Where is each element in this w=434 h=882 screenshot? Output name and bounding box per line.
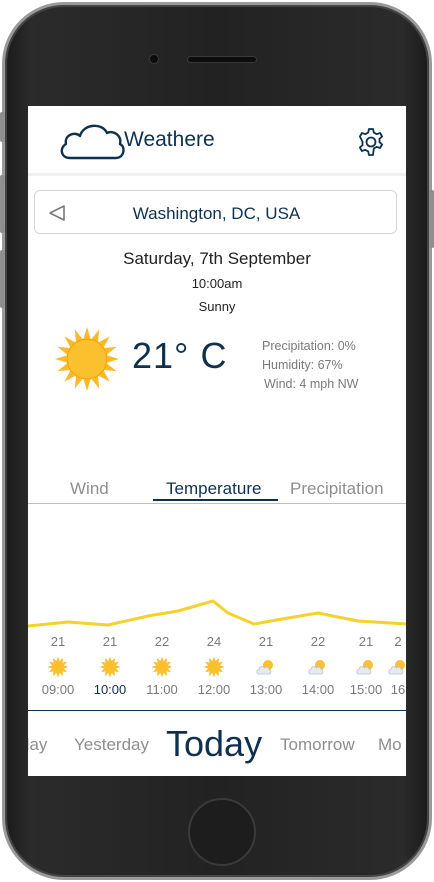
hour-time: 12:00 <box>197 682 231 697</box>
power-button <box>429 190 434 248</box>
hour-temperature: 22 <box>154 634 170 649</box>
current-temperature: 21° C <box>132 335 228 376</box>
temperature-line <box>28 599 406 628</box>
weather-details: Precipitation: 0% Humidity: 67% Wind: 4 … <box>262 337 358 394</box>
hourly-forecast: 21 09:00 21 10:00 22 11:00 24 12:00 21 13:00 22 14:… <box>28 634 406 706</box>
hour-time: 11:00 <box>146 682 178 697</box>
sun-ray <box>83 327 91 339</box>
front-camera <box>149 54 159 64</box>
home-button[interactable] <box>188 798 256 866</box>
hour-item[interactable]: 2 16 <box>368 634 406 697</box>
day-selector: day Yesterday Today Tomorrow Mo <box>28 711 406 776</box>
tab-precipitation[interactable]: Precipitation <box>290 479 384 499</box>
hour-temperature: 21 <box>50 634 66 649</box>
partly-cloudy-icon <box>256 660 273 675</box>
day-yesterday[interactable]: Yesterday <box>74 735 149 755</box>
sun-ray <box>55 355 67 363</box>
hour-temperature: 21 <box>258 634 274 649</box>
tab-temperature[interactable]: Temperature <box>166 479 261 499</box>
sun-ray <box>107 355 119 363</box>
gear-icon[interactable] <box>356 127 386 157</box>
active-tab-indicator <box>153 499 278 501</box>
app-screen: Weathere Washington, DC, USA Saturday, 7… <box>28 106 406 776</box>
current-condition: Sunny <box>198 299 236 314</box>
day-today[interactable]: Today <box>166 723 262 765</box>
current-time: 10:00am <box>191 276 243 291</box>
volume-down-button <box>0 250 5 308</box>
hour-item[interactable]: 24 12:00 <box>184 634 244 697</box>
app-header: Weathere <box>28 106 406 176</box>
sun-icon <box>151 656 173 678</box>
partly-cloudy-icon <box>308 660 325 675</box>
hour-item[interactable]: 22 11:00 <box>132 634 192 697</box>
hour-temperature: 2 <box>394 634 402 649</box>
sun-icon <box>47 656 69 678</box>
hour-time: 13:00 <box>249 682 283 697</box>
cloud-icon <box>60 124 125 160</box>
sun-ray <box>83 379 91 391</box>
mute-switch <box>0 112 5 142</box>
hour-temperature: 21 <box>102 634 118 649</box>
volume-up-button <box>0 175 5 233</box>
wind-value: Wind: 4 mph NW <box>264 377 359 391</box>
hour-time: 09:00 <box>41 682 75 697</box>
hour-item[interactable]: 21 09:00 <box>28 634 88 697</box>
location-name: Washington, DC, USA <box>132 204 301 223</box>
temperature-graph <box>28 599 406 628</box>
tab-wind[interactable]: Wind <box>70 479 109 499</box>
hour-time: 16 <box>390 682 406 697</box>
current-date: Saturday, 7th September <box>123 249 311 268</box>
humidity-value: Humidity: 67% <box>262 358 343 372</box>
earpiece-speaker <box>187 56 257 63</box>
sun-icon <box>203 656 225 678</box>
day-tomorrow[interactable]: Tomorrow <box>280 735 355 755</box>
location-selector[interactable]: Washington, DC, USA <box>34 190 397 234</box>
sun-icon <box>99 656 121 678</box>
hour-time: 10:00 <box>93 682 127 697</box>
hour-item[interactable]: 21 13:00 <box>236 634 296 697</box>
sun-icon <box>55 327 119 391</box>
day-prev-2[interactable]: day <box>28 735 47 755</box>
hour-item[interactable]: 21 10:00 <box>80 634 140 697</box>
app-title: Weathere <box>124 128 215 151</box>
day-next-2[interactable]: Mo <box>378 735 402 755</box>
partly-cloudy-icon <box>388 660 405 675</box>
hour-temperature: 24 <box>206 634 222 649</box>
precipitation-value: Precipitation: 0% <box>262 339 356 353</box>
